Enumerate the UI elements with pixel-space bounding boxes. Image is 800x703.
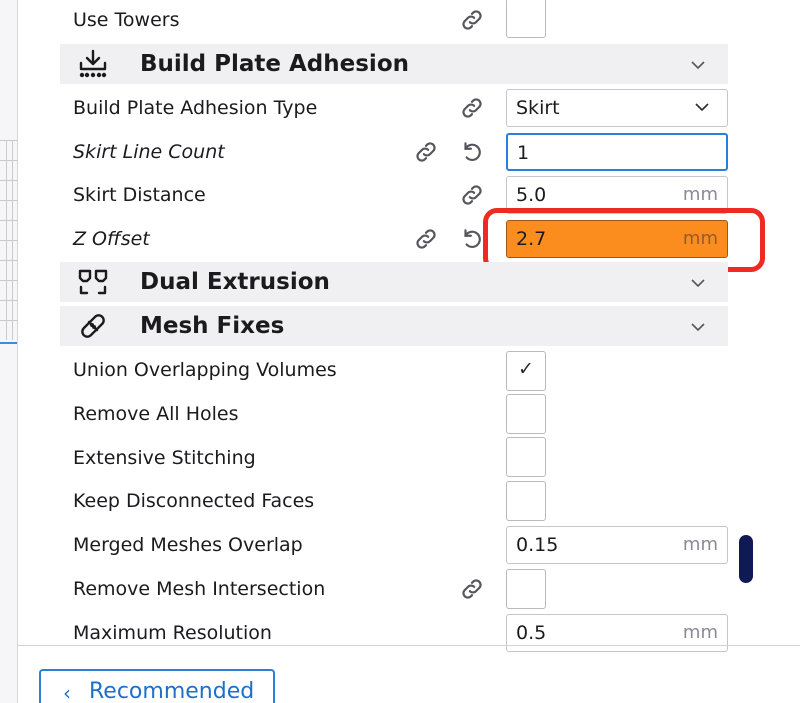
skirt-line-count-input[interactable]: 1	[506, 133, 728, 171]
adhesion-type-dropdown[interactable]: Skirt	[506, 89, 728, 127]
setting-label: Remove All Holes	[73, 403, 239, 425]
footer-divider	[18, 645, 800, 646]
remove-intersection-checkbox[interactable]	[506, 569, 546, 609]
section-title: Build Plate Adhesion	[140, 51, 409, 77]
setting-row-keep-disconnected: Keep Disconnected Faces	[18, 479, 800, 523]
setting-row-adhesion-type: Build Plate Adhesion Type Skirt	[18, 86, 800, 130]
chevron-down-icon	[691, 323, 705, 332]
setting-row-remove-intersection: Remove Mesh Intersection	[18, 567, 800, 611]
setting-label: Extensive Stitching	[73, 447, 256, 469]
remove-all-holes-checkbox[interactable]	[506, 394, 546, 434]
setting-row-extensive-stitching: Extensive Stitching	[18, 436, 800, 480]
link-icon[interactable]	[458, 95, 486, 121]
chevron-left-icon: ‹	[63, 681, 71, 703]
setting-row-union-overlapping: Union Overlapping Volumes ✓	[18, 348, 800, 392]
setting-row-use-towers: Use Towers	[18, 0, 800, 42]
extensive-stitching-checkbox[interactable]	[506, 437, 546, 477]
chevron-down-icon	[695, 103, 709, 112]
setting-row-remove-all-holes: Remove All Holes	[18, 392, 800, 436]
setting-row-merged-overlap: Merged Meshes Overlap 0.15 mm	[18, 523, 800, 567]
recommended-label: Recommended	[89, 679, 255, 703]
link-icon[interactable]	[412, 139, 440, 165]
chevron-down-icon	[691, 279, 705, 288]
setting-label: Merged Meshes Overlap	[73, 534, 303, 556]
scrollbar-thumb[interactable]	[739, 535, 753, 583]
dropdown-value: Skirt	[516, 97, 560, 119]
link-icon[interactable]	[458, 576, 486, 602]
setting-label: Maximum Resolution	[73, 622, 272, 644]
setting-row-max-resolution: Maximum Resolution 0.5 mm	[18, 611, 800, 655]
setting-row-skirt-line-count: Skirt Line Count 1	[18, 130, 800, 174]
reset-icon[interactable]	[458, 226, 486, 252]
union-overlapping-checkbox[interactable]: ✓	[506, 351, 546, 391]
build-plate-adhesion-icon	[76, 48, 110, 80]
max-resolution-input[interactable]: 0.5 mm	[506, 614, 728, 652]
link-icon[interactable]	[458, 182, 486, 208]
use-towers-checkbox[interactable]	[506, 0, 546, 38]
input-value: 0.15	[516, 534, 559, 556]
unit-label: mm	[682, 534, 718, 555]
section-title: Dual Extrusion	[140, 269, 330, 295]
setting-label: Keep Disconnected Faces	[73, 490, 315, 512]
link-icon[interactable]	[412, 226, 440, 252]
section-dual-extrusion[interactable]: Dual Extrusion	[60, 262, 728, 302]
dual-extrusion-icon	[76, 266, 110, 298]
reset-icon[interactable]	[458, 139, 486, 165]
input-value: 1	[517, 142, 530, 164]
chevron-down-icon	[691, 61, 705, 70]
setting-label: Skirt Line Count	[73, 141, 225, 163]
mesh-fixes-icon	[76, 310, 110, 342]
setting-label: Z Offset	[73, 228, 150, 250]
keep-disconnected-checkbox[interactable]	[506, 481, 546, 521]
viewport-edge	[0, 0, 18, 703]
section-build-plate-adhesion[interactable]: Build Plate Adhesion	[60, 44, 728, 84]
print-settings-panel: Use Towers Build Plate Adhesion Build Pl…	[18, 0, 800, 703]
link-icon[interactable]	[458, 7, 486, 33]
setting-label: Union Overlapping Volumes	[73, 359, 337, 381]
check-icon: ✓	[518, 358, 534, 380]
setting-label: Use Towers	[73, 9, 180, 31]
setting-label: Remove Mesh Intersection	[73, 578, 326, 600]
setting-label: Build Plate Adhesion Type	[73, 97, 318, 119]
section-title: Mesh Fixes	[140, 313, 285, 339]
recommended-button[interactable]: ‹ Recommended	[39, 669, 275, 703]
setting-label: Skirt Distance	[73, 184, 206, 206]
merged-overlap-input[interactable]: 0.15 mm	[506, 526, 728, 564]
section-mesh-fixes[interactable]: Mesh Fixes	[60, 306, 728, 346]
